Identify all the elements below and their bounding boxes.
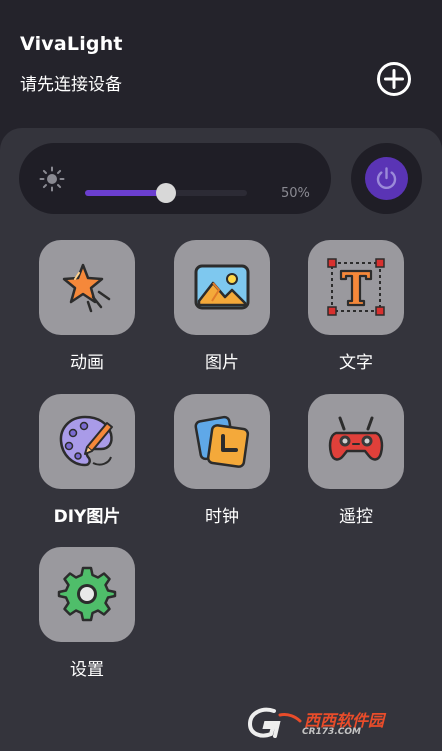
watermark-logo-icon xyxy=(247,707,302,738)
tile-clock-label: 时钟 xyxy=(205,507,239,527)
palette-icon xyxy=(59,415,113,467)
control-panel: 50% 动画 图片 文字 DIY图片 时钟 遥控 设置 xyxy=(0,128,442,751)
tile-settings[interactable]: 设置 xyxy=(39,547,135,680)
star-animation-icon xyxy=(62,263,111,313)
watermark-url: CR173.COM xyxy=(302,727,361,737)
tile-text-label: 文字 xyxy=(339,353,373,373)
tile-text-box xyxy=(308,240,404,335)
tile-diy-picture-label: DIY图片 xyxy=(53,507,121,527)
tile-picture[interactable]: 图片 xyxy=(174,240,270,373)
brightness-slider[interactable] xyxy=(85,183,247,203)
tile-remote-label: 遥控 xyxy=(339,507,373,527)
tile-text[interactable]: 文字 xyxy=(308,240,404,373)
tile-picture-label: 图片 xyxy=(205,353,239,373)
text-icon xyxy=(327,258,385,316)
power-button-core xyxy=(365,157,408,200)
brightness-slider-fill xyxy=(85,190,166,196)
watermark: 西西软件园 CR173.COM xyxy=(244,703,422,741)
brightness-slider-thumb[interactable] xyxy=(156,183,176,203)
plus-circle-icon xyxy=(377,62,411,96)
header: VivaLight 请先连接设备 xyxy=(0,0,442,128)
brightness-percent: 50% xyxy=(281,186,310,201)
gear-icon xyxy=(57,566,117,622)
add-device-button[interactable] xyxy=(376,61,412,97)
tile-remote[interactable]: 遥控 xyxy=(308,394,404,527)
tile-clock[interactable]: 时钟 xyxy=(174,394,270,527)
tile-animation[interactable]: 动画 xyxy=(39,240,135,373)
tile-diy-picture-box xyxy=(39,394,135,489)
tile-animation-label: 动画 xyxy=(70,353,104,373)
app-title: VivaLight xyxy=(20,33,123,55)
gamepad-icon xyxy=(328,416,384,461)
tile-settings-box xyxy=(39,547,135,642)
tile-remote-box xyxy=(308,394,404,489)
tile-picture-box xyxy=(174,240,270,335)
power-icon xyxy=(376,167,397,190)
tile-animation-box xyxy=(39,240,135,335)
tile-clock-box xyxy=(174,394,270,489)
connection-status: 请先连接设备 xyxy=(20,75,122,95)
brightness-sun-icon xyxy=(39,166,65,192)
clock-icon xyxy=(194,415,250,468)
tile-settings-label: 设置 xyxy=(70,660,104,680)
power-button[interactable] xyxy=(351,143,422,214)
tile-diy-picture[interactable]: DIY图片 xyxy=(39,394,135,527)
brightness-card: 50% xyxy=(19,143,331,214)
picture-icon xyxy=(194,264,250,310)
